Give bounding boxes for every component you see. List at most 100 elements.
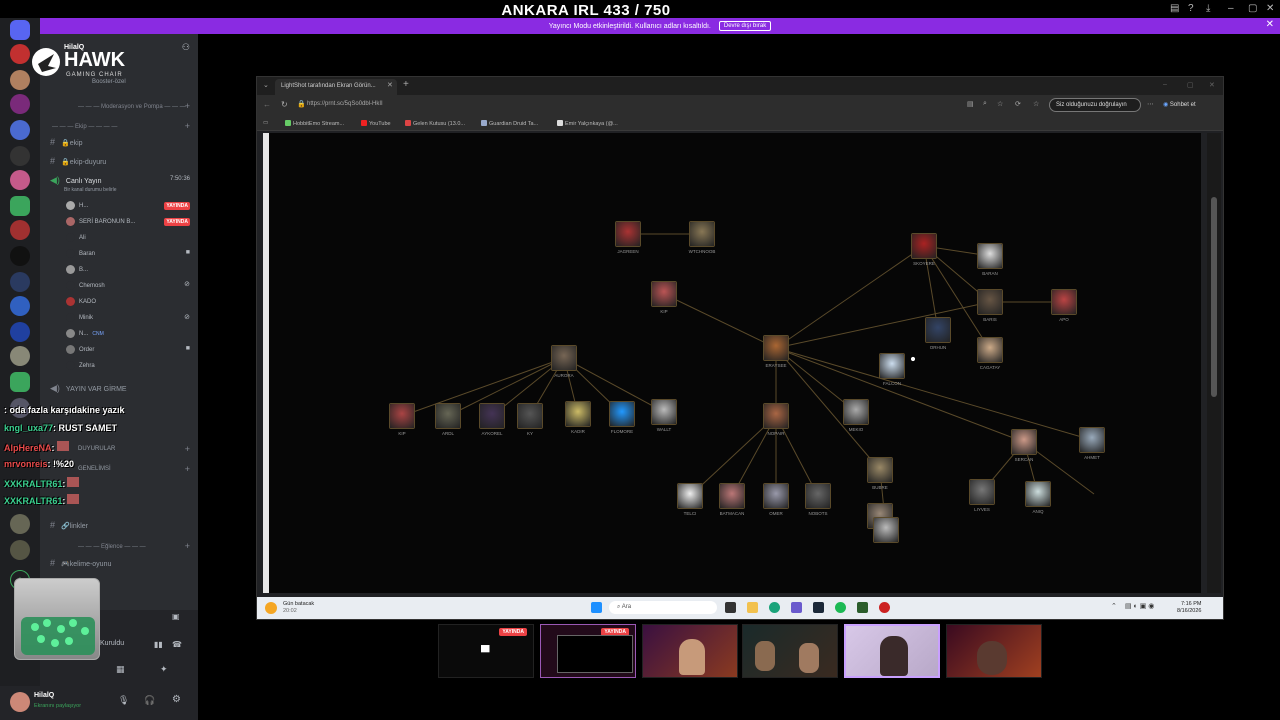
server-icon[interactable] <box>10 170 30 190</box>
tab-close-icon[interactable]: ✕ <box>387 81 393 89</box>
bookmark[interactable]: YouTube <box>361 120 391 127</box>
inbox-icon[interactable]: ▤ <box>1170 3 1179 14</box>
obs-icon[interactable] <box>857 602 868 613</box>
add-channel-icon[interactable]: + <box>185 101 190 111</box>
stream-thumbnail[interactable]: YAYINDA <box>540 624 636 678</box>
file-explorer-icon[interactable] <box>747 602 758 613</box>
server-icon[interactable] <box>10 246 30 266</box>
add-channel-icon[interactable]: + <box>185 541 190 551</box>
steam-icon[interactable] <box>813 602 824 613</box>
stream-thumbnail[interactable] <box>642 624 738 678</box>
disable-streamer-mode-button[interactable]: Devre dışı bırak <box>718 21 772 31</box>
voice-user[interactable]: Zehra <box>66 361 95 370</box>
category-moderation[interactable]: — — — Moderasyon ve Pompa — — — <box>78 104 186 110</box>
server-icon[interactable] <box>10 322 30 342</box>
channel-duyurular[interactable]: DUYURULAR <box>78 446 115 452</box>
bookmark[interactable]: HobbitEmo Stream... <box>285 120 344 127</box>
avatar[interactable] <box>10 692 30 712</box>
server-icon[interactable] <box>10 94 30 114</box>
server-icon[interactable] <box>10 44 30 64</box>
minimize-icon[interactable]: – <box>1228 3 1234 14</box>
help-icon[interactable]: ? <box>1188 3 1194 14</box>
stream-thumbnail[interactable]: YAYINDA ▀ <box>438 624 534 678</box>
add-channel-icon[interactable]: + <box>185 464 190 474</box>
voice-user[interactable]: Order <box>66 345 94 354</box>
refresh-icon[interactable]: ↻ <box>281 100 288 109</box>
discord-icon[interactable] <box>791 602 802 613</box>
voice-user[interactable]: Minik <box>66 313 93 322</box>
server-icon[interactable] <box>10 296 30 316</box>
server-icon[interactable] <box>10 514 30 534</box>
server-icon[interactable] <box>10 220 30 240</box>
zoom-icon[interactable]: ⌕ <box>983 100 987 108</box>
banner-close-icon[interactable]: ✕ <box>1266 19 1274 30</box>
channel-linkler[interactable]: # 🔗linkler <box>50 520 88 530</box>
reader-icon[interactable]: ▤ <box>967 100 974 108</box>
channel-kelime-oyunu[interactable]: # 🎮kelime-oyunu <box>50 558 111 568</box>
channel-ekip[interactable]: # 🔒ekip <box>50 137 83 147</box>
extensions-icon[interactable]: ⟳ <box>1015 100 1021 108</box>
weather-widget[interactable]: Gün batacak 20:02 <box>283 601 314 615</box>
tab-list-icon[interactable]: ⌄ <box>263 81 269 89</box>
taskbar-search[interactable]: ⌕ Ara <box>609 601 717 614</box>
voice-user[interactable]: KADO <box>66 297 96 306</box>
windows-start-icon[interactable] <box>591 602 602 613</box>
voice-user[interactable]: B... <box>66 265 88 274</box>
voice-user[interactable]: N... CNM <box>66 329 104 338</box>
voice-user[interactable]: Baran <box>66 249 95 258</box>
category-ekip[interactable]: — — — Ekip — — — — <box>52 124 117 130</box>
server-icon[interactable] <box>10 372 30 392</box>
maximize-icon[interactable]: ▢ <box>1248 3 1257 14</box>
scrollbar-thumb[interactable] <box>1211 197 1217 397</box>
task-view-icon[interactable] <box>725 602 736 613</box>
stream-thumbnail-selected[interactable] <box>844 624 940 678</box>
gear-icon[interactable]: ⚙ <box>172 694 181 705</box>
spotify-icon[interactable] <box>835 602 846 613</box>
copilot-chat-button[interactable]: ◉ Sohbet et <box>1163 101 1196 108</box>
bookmarks-icon[interactable]: ▭ <box>263 120 268 126</box>
server-icon[interactable] <box>10 70 30 90</box>
voice-user[interactable]: SERİ BARONUN B... <box>66 217 135 226</box>
app-icon[interactable] <box>879 602 890 613</box>
headphones-icon[interactable]: 🎧 <box>144 695 155 706</box>
stream-thumbnail[interactable] <box>742 624 838 678</box>
maximize-icon[interactable]: ▢ <box>1187 81 1194 89</box>
taskbar-clock[interactable]: 7:16 PM 8/16/2026 <box>1177 601 1201 615</box>
voice-user[interactable]: Ali <box>66 233 86 242</box>
server-icon[interactable] <box>10 120 30 140</box>
voice-channel-canli-yayin[interactable]: ◀) Canlı Yayın <box>50 175 101 186</box>
soundboard-icon[interactable]: ✦ <box>160 664 168 675</box>
stream-thumbnail[interactable] <box>946 624 1042 678</box>
bookmark[interactable]: Emir Yalçınkaya (@... <box>557 120 618 127</box>
close-icon[interactable]: ✕ <box>1209 81 1215 89</box>
add-channel-icon[interactable]: + <box>185 444 190 454</box>
discord-home-icon[interactable] <box>10 20 30 40</box>
server-icon[interactable] <box>10 540 30 560</box>
download-icon[interactable]: ⤓ <box>1206 3 1210 14</box>
category-eglence[interactable]: — — — Eğlence — — — <box>78 544 146 550</box>
voice-user[interactable]: Chemosh <box>66 281 105 290</box>
bookmark[interactable]: Guardian Druid Ta... <box>481 120 538 127</box>
add-channel-icon[interactable]: + <box>185 121 190 131</box>
favorites-icon[interactable]: ☆ <box>1033 100 1039 108</box>
favorite-icon[interactable]: ☆ <box>997 100 1003 108</box>
new-tab-icon[interactable]: + <box>403 79 409 90</box>
add-member-icon[interactable]: ⚇ <box>182 42 190 53</box>
tab-lightshot[interactable]: LightShot tarafından Ekran Görün... <box>275 79 397 95</box>
minimize-icon[interactable]: – <box>1163 81 1167 88</box>
screen-icon[interactable]: ▣ <box>172 612 180 621</box>
disconnect-icon[interactable]: ☎ <box>172 640 182 649</box>
server-icon[interactable] <box>10 146 30 166</box>
back-icon[interactable]: ← <box>263 100 271 109</box>
server-icon[interactable] <box>10 196 30 216</box>
close-icon[interactable]: ✕ <box>1266 3 1274 14</box>
microphone-icon[interactable]: 🎙 <box>118 695 129 706</box>
page-scrollbar[interactable] <box>1207 133 1221 593</box>
channel-ekip-duyuru[interactable]: # 🔒ekip-duyuru <box>50 156 106 166</box>
channel-genel[interactable]: GENELİMSİ <box>78 466 111 472</box>
server-icon[interactable] <box>10 272 30 292</box>
voice-status[interactable]: Bir kanal durumu belirle <box>64 187 117 193</box>
tray-chevron-icon[interactable]: ⌃ <box>1111 602 1117 610</box>
activities-icon[interactable]: ▦ <box>116 664 125 675</box>
edge-icon[interactable] <box>769 602 780 613</box>
